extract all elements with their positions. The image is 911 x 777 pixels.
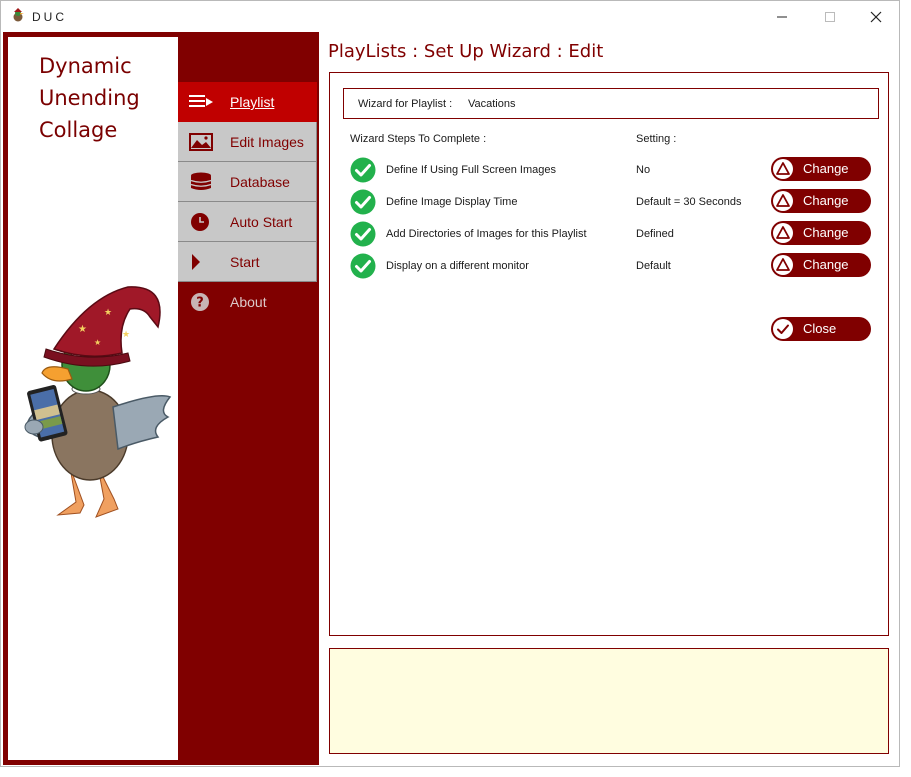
svg-text:★: ★ [104, 307, 112, 317]
check-circle-icon [350, 221, 376, 247]
change-button-label: Change [803, 257, 849, 272]
nav-label-edit-images: Edit Images [230, 133, 304, 150]
app-frame: Dynamic Unending Collage ★ ★ ★ ★ Playlis… [3, 32, 899, 765]
maximize-button[interactable] [807, 1, 853, 32]
change-button[interactable]: Change [771, 253, 871, 277]
nav-label-auto-start: Auto Start [230, 213, 293, 230]
image-icon [189, 133, 213, 151]
check-circle-icon [350, 253, 376, 279]
close-row: Close [330, 317, 890, 345]
step-label: Define Image Display Time [386, 196, 518, 208]
page-title: PlayLists : Set Up Wizard : Edit [328, 41, 604, 62]
change-button[interactable]: Change [771, 189, 871, 213]
check-circle-icon [350, 157, 376, 183]
minimize-button[interactable] [759, 1, 805, 32]
close-button-label: Close [803, 321, 837, 336]
nav-item-start[interactable]: Start [178, 242, 317, 282]
step-setting-value: No [636, 164, 651, 176]
playlist-name: Vacations [468, 98, 516, 110]
svg-text:★: ★ [122, 329, 130, 339]
brand-line-2: Unending [39, 86, 140, 110]
change-button[interactable]: Change [771, 157, 871, 181]
nav-item-about[interactable]: ? About [178, 282, 317, 322]
message-panel [329, 648, 889, 754]
triangle-warning-icon [773, 191, 793, 211]
nav-item-edit-images[interactable]: Edit Images [178, 122, 317, 162]
minimize-icon [777, 16, 787, 17]
step-setting-value: Default [636, 260, 671, 272]
playlist-icon [189, 95, 213, 107]
playlist-name-field: Wizard for Playlist : Vacations [343, 88, 879, 119]
close-wizard-button[interactable]: Close [771, 317, 871, 341]
brand-line-3: Collage [39, 118, 118, 142]
svg-text:★: ★ [94, 338, 101, 347]
wizard-panel: Wizard for Playlist : Vacations Wizard S… [329, 72, 889, 636]
checkmark-icon [773, 319, 793, 339]
step-setting-value: Defined [636, 228, 674, 240]
setting-header: Setting : [636, 133, 677, 145]
wizard-step-row: Add Directories of Images for this Playl… [330, 221, 890, 249]
playlist-label: Wizard for Playlist : [358, 98, 453, 110]
svg-text:★: ★ [78, 324, 87, 335]
triangle-warning-icon [773, 223, 793, 243]
play-icon [192, 254, 200, 270]
brand-panel: Dynamic Unending Collage ★ ★ ★ ★ [8, 37, 178, 760]
brand-title: Dynamic Unending Collage [39, 50, 140, 146]
clock-icon [191, 213, 209, 231]
change-button-label: Change [803, 161, 849, 176]
window-title: DUC [32, 10, 67, 24]
nav-item-database[interactable]: Database [178, 162, 317, 202]
nav-item-auto-start[interactable]: Auto Start [178, 202, 317, 242]
brand-line-1: Dynamic [39, 54, 132, 78]
duck-app-icon [13, 8, 24, 22]
change-button-label: Change [803, 225, 849, 240]
step-label: Define If Using Full Screen Images [386, 164, 556, 176]
wizard-step-row: Display on a different monitor Default C… [330, 253, 890, 281]
step-label: Add Directories of Images for this Playl… [386, 228, 587, 240]
step-label: Display on a different monitor [386, 260, 529, 272]
svg-text:?: ? [196, 296, 204, 311]
nav-label-playlist: Playlist [230, 94, 275, 110]
maximize-icon [825, 11, 835, 22]
triangle-warning-icon [773, 159, 793, 179]
nav-label-start: Start [230, 253, 260, 270]
close-icon [870, 11, 882, 22]
nav-label-database: Database [230, 173, 290, 190]
title-bar: DUC [1, 1, 899, 32]
main-content: PlayLists : Set Up Wizard : Edit Wizard … [319, 32, 899, 765]
check-circle-icon [350, 189, 376, 215]
side-navigation: Playlist Edit Images Database Auto Start… [178, 82, 317, 322]
wizard-step-row: Define Image Display Time Default = 30 S… [330, 189, 890, 217]
wizard-step-row: Define If Using Full Screen Images No Ch… [330, 157, 890, 185]
steps-header: Wizard Steps To Complete : [350, 133, 487, 145]
step-setting-value: Default = 30 Seconds [636, 196, 742, 208]
database-icon [190, 172, 212, 190]
triangle-warning-icon [773, 255, 793, 275]
app-window: DUC Dynamic Unending Collage ★ ★ ★ ★ Pla… [0, 0, 900, 767]
change-button-label: Change [803, 193, 849, 208]
nav-label-about: About [230, 294, 267, 310]
nav-item-playlist[interactable]: Playlist [178, 82, 317, 122]
wizard-duck-mascot: ★ ★ ★ ★ [24, 286, 172, 518]
close-window-button[interactable] [853, 1, 899, 32]
help-icon: ? [191, 293, 209, 311]
change-button[interactable]: Change [771, 221, 871, 245]
